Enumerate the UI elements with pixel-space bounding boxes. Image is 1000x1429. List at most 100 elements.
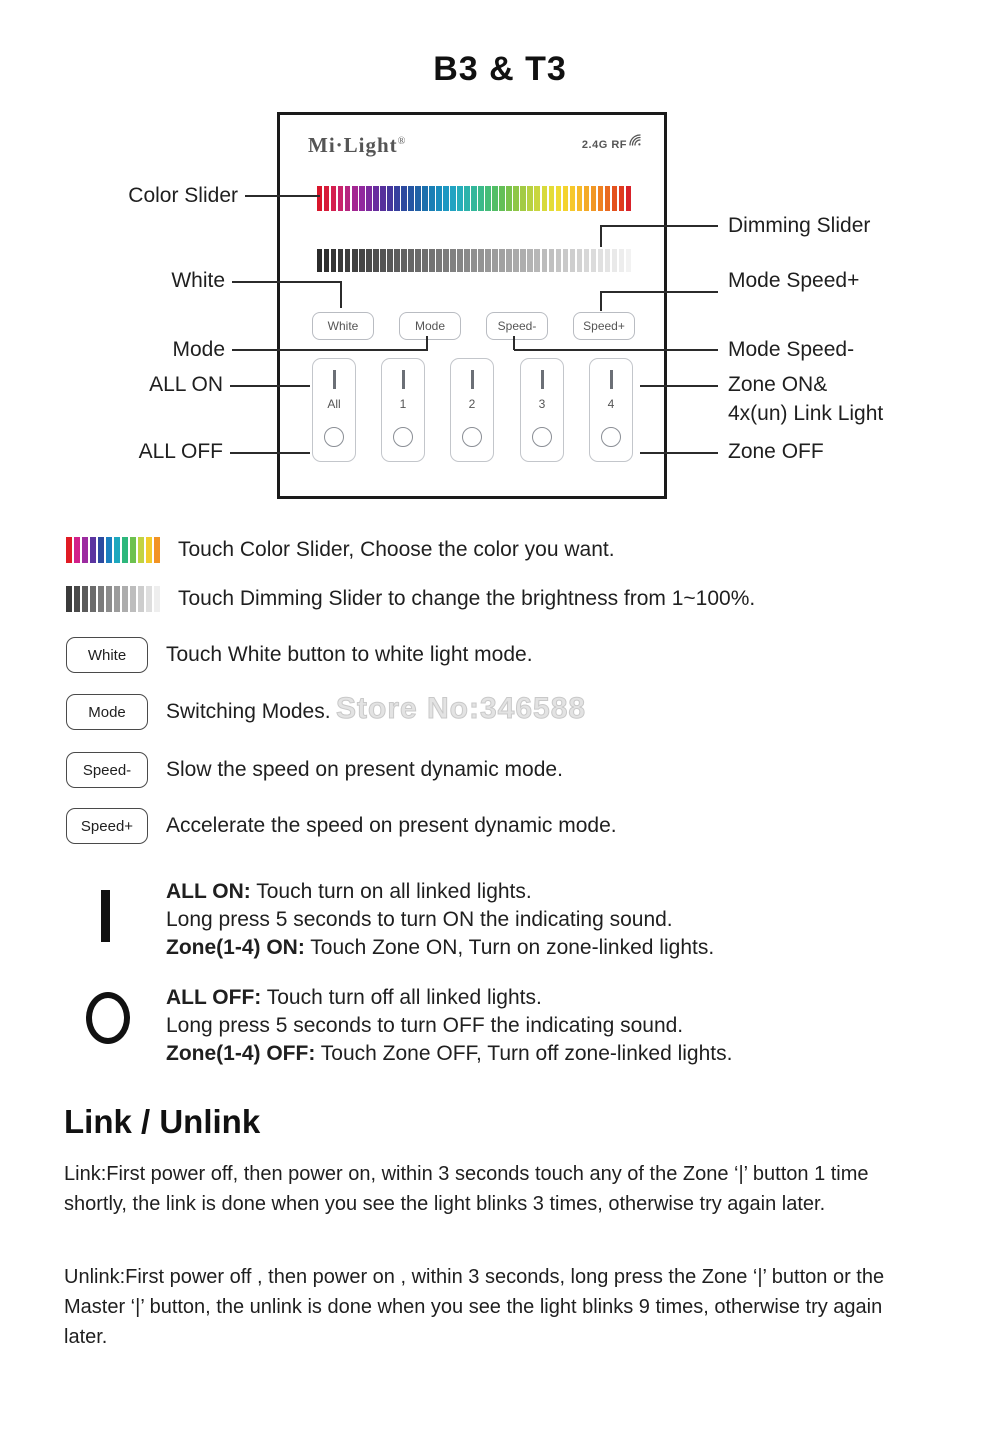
color-slider-segment[interactable] xyxy=(499,186,505,211)
color-slider-segment[interactable] xyxy=(569,186,575,211)
color-slider-segment[interactable] xyxy=(359,186,365,211)
zone-off-circle-icon[interactable] xyxy=(393,427,413,447)
mode-button[interactable]: Mode xyxy=(399,312,461,340)
dimming-slider-segment[interactable] xyxy=(387,249,393,272)
dimming-slider-segment[interactable] xyxy=(324,249,330,272)
color-slider-segment[interactable] xyxy=(436,186,442,211)
dimming-slider-segment[interactable] xyxy=(359,249,365,272)
dimming-slider-segment[interactable] xyxy=(569,249,575,272)
dimming-slider-segment[interactable] xyxy=(415,249,421,272)
color-slider-segment[interactable] xyxy=(625,186,632,211)
color-slider-segment[interactable] xyxy=(597,186,604,211)
color-slider-segment[interactable] xyxy=(576,186,582,211)
zone-on-bar-icon[interactable] xyxy=(541,370,544,389)
color-slider-segment[interactable] xyxy=(422,186,428,211)
color-slider-segment[interactable] xyxy=(352,186,358,211)
color-slider-segment[interactable] xyxy=(401,186,407,211)
dimming-slider-segment[interactable] xyxy=(345,249,351,272)
dimming-slider-segment[interactable] xyxy=(429,249,435,272)
dimming-slider-segment[interactable] xyxy=(597,249,604,272)
color-slider-segment[interactable] xyxy=(394,186,400,211)
dimming-slider-segment[interactable] xyxy=(422,249,428,272)
color-slider-segment[interactable] xyxy=(590,186,597,211)
color-slider-segment[interactable] xyxy=(492,186,498,211)
color-slider-segment[interactable] xyxy=(387,186,393,211)
speed-minus-button-icon[interactable]: Speed- xyxy=(66,752,148,788)
color-slider-segment[interactable] xyxy=(317,186,323,211)
color-slider-segment[interactable] xyxy=(373,186,379,211)
color-slider-segment[interactable] xyxy=(506,186,512,211)
dimming-slider-segment[interactable] xyxy=(380,249,386,272)
color-slider-segment[interactable] xyxy=(604,186,611,211)
dimming-slider-segment[interactable] xyxy=(590,249,597,272)
dimming-slider-segment[interactable] xyxy=(457,249,463,272)
zone-on-bar-icon[interactable] xyxy=(333,370,336,389)
color-slider-segment[interactable] xyxy=(611,186,618,211)
dimming-slider-segment[interactable] xyxy=(618,249,625,272)
color-slider-segment[interactable] xyxy=(457,186,463,211)
zone-off-circle-icon[interactable] xyxy=(532,427,552,447)
speed-plus-button-icon[interactable]: Speed+ xyxy=(66,808,148,844)
color-slider-segment[interactable] xyxy=(380,186,386,211)
dimming-slider-segment[interactable] xyxy=(604,249,611,272)
zone-key-3[interactable]: 3 xyxy=(520,358,564,462)
zone-on-bar-icon[interactable] xyxy=(610,370,613,389)
zone-off-circle-icon[interactable] xyxy=(324,427,344,447)
color-slider-segment[interactable] xyxy=(415,186,421,211)
color-slider-segment[interactable] xyxy=(324,186,330,211)
dimming-slider-segment[interactable] xyxy=(464,249,470,272)
dimming-slider-segment[interactable] xyxy=(555,249,561,272)
dimming-slider-segment[interactable] xyxy=(408,249,414,272)
dimming-slider-segment[interactable] xyxy=(499,249,505,272)
dimming-slider-segment[interactable] xyxy=(471,249,477,272)
dimming-slider-segment[interactable] xyxy=(338,249,344,272)
dimming-slider-segment[interactable] xyxy=(548,249,554,272)
dimming-slider-segment[interactable] xyxy=(450,249,456,272)
dimming-slider-segment[interactable] xyxy=(534,249,540,272)
dimming-slider-segment[interactable] xyxy=(352,249,358,272)
speed-plus-button[interactable]: Speed+ xyxy=(573,312,635,340)
dimming-slider-segment[interactable] xyxy=(394,249,400,272)
dimming-slider-segment[interactable] xyxy=(625,249,632,272)
color-slider-segment[interactable] xyxy=(562,186,568,211)
color-slider-segment[interactable] xyxy=(478,186,484,211)
dimming-slider-segment[interactable] xyxy=(492,249,498,272)
color-slider-segment[interactable] xyxy=(450,186,456,211)
color-slider-segment[interactable] xyxy=(541,186,547,211)
dimming-slider[interactable] xyxy=(317,249,633,272)
dimming-slider-segment[interactable] xyxy=(443,249,449,272)
color-slider-segment[interactable] xyxy=(471,186,477,211)
mode-button-icon[interactable]: Mode xyxy=(66,694,148,730)
dimming-slider-segment[interactable] xyxy=(527,249,533,272)
color-slider-segment[interactable] xyxy=(534,186,540,211)
speed-minus-button[interactable]: Speed- xyxy=(486,312,548,340)
zone-on-bar-icon[interactable] xyxy=(471,370,474,389)
dimming-slider-segment[interactable] xyxy=(373,249,379,272)
color-slider-segment[interactable] xyxy=(548,186,554,211)
color-slider-segment[interactable] xyxy=(520,186,526,211)
dimming-slider-segment[interactable] xyxy=(331,249,337,272)
zone-key-all[interactable]: All xyxy=(312,358,356,462)
zone-off-circle-icon[interactable] xyxy=(462,427,482,447)
dimming-slider-segment[interactable] xyxy=(611,249,618,272)
color-slider-segment[interactable] xyxy=(527,186,533,211)
dimming-slider-segment[interactable] xyxy=(562,249,568,272)
zone-on-bar-icon[interactable] xyxy=(402,370,405,389)
zone-key-4[interactable]: 4 xyxy=(589,358,633,462)
white-button[interactable]: White xyxy=(312,312,374,340)
color-slider-segment[interactable] xyxy=(555,186,561,211)
dimming-slider-segment[interactable] xyxy=(520,249,526,272)
dimming-slider-segment[interactable] xyxy=(513,249,519,272)
dimming-slider-segment[interactable] xyxy=(541,249,547,272)
dimming-slider-segment[interactable] xyxy=(317,249,323,272)
dimming-slider-segment[interactable] xyxy=(478,249,484,272)
dimming-slider-segment[interactable] xyxy=(401,249,407,272)
dimming-slider-segment[interactable] xyxy=(366,249,372,272)
color-slider-segment[interactable] xyxy=(331,186,337,211)
color-slider-segment[interactable] xyxy=(485,186,491,211)
color-slider-segment[interactable] xyxy=(338,186,344,211)
color-slider-segment[interactable] xyxy=(583,186,590,211)
color-slider-segment[interactable] xyxy=(464,186,470,211)
color-slider-segment[interactable] xyxy=(429,186,435,211)
color-slider-segment[interactable] xyxy=(443,186,449,211)
